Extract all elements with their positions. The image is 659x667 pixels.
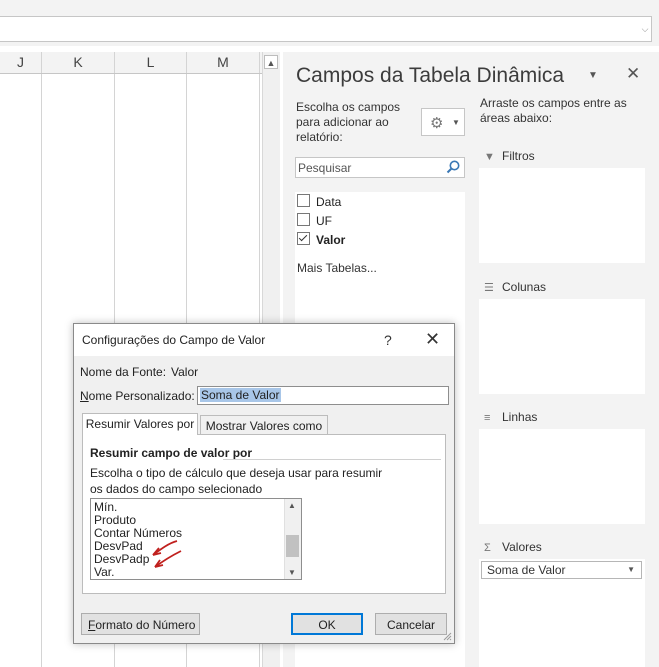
number-format-button[interactable]: Formato do Número — [81, 613, 200, 635]
custom-name-input[interactable]: Soma de Valor — [197, 386, 449, 405]
search-input[interactable] — [298, 159, 438, 176]
checkbox-valor[interactable] — [297, 232, 310, 246]
custom-name-label: Nome Personalizado: — [80, 389, 195, 403]
area-label-filters: ▼ Filtros — [484, 149, 535, 163]
field-item-uf[interactable]: UF — [297, 211, 332, 229]
tab-panel: Resumir campo de valor por Escolha o tip… — [82, 434, 446, 594]
source-name-value: Valor — [171, 365, 199, 379]
help-icon[interactable]: ? — [384, 332, 392, 348]
section-divider — [223, 459, 441, 460]
dialog-titlebar[interactable]: Configurações do Campo de Valor ? ✕ — [74, 324, 454, 356]
columns-icon: ☰ — [484, 282, 494, 294]
tools-button[interactable]: ⚙ ▼ — [421, 108, 465, 136]
column-header-m[interactable]: M — [187, 52, 260, 73]
search-box[interactable] — [295, 157, 465, 178]
list-scrollbar[interactable]: ▲ ▼ — [284, 499, 301, 579]
dialog-title: Configurações do Campo de Valor — [82, 333, 266, 347]
rows-icon: ≡ — [484, 412, 491, 424]
columns-area[interactable] — [479, 299, 645, 394]
list-item[interactable]: Var. — [94, 566, 114, 579]
rows-area[interactable] — [479, 429, 645, 524]
function-listbox[interactable]: Mín. Produto Contar Números DesvPad Desv… — [90, 498, 302, 580]
drag-fields-text: Arraste os campos entre as áreas abaixo: — [480, 96, 627, 125]
choose-fields-text: Escolha os campos para adicionar ao rela… — [296, 100, 401, 144]
close-icon[interactable]: ✕ — [626, 64, 640, 84]
custom-name-value: Soma de Valor — [200, 388, 281, 402]
value-field-chip[interactable]: Soma de Valor ▼ — [481, 561, 642, 579]
resize-grip-icon[interactable] — [442, 631, 452, 641]
search-icon[interactable] — [445, 159, 461, 175]
field-label: Valor — [316, 232, 346, 247]
chevron-up-icon[interactable]: ▲ — [288, 501, 296, 510]
ok-button[interactable]: OK — [291, 613, 363, 635]
value-chip-label: Soma de Valor — [487, 563, 566, 577]
scroll-thumb[interactable] — [286, 535, 299, 557]
area-label-rows: ≡ Linhas — [484, 410, 538, 424]
chevron-down-icon[interactable]: ▼ — [627, 565, 635, 574]
pane-options-icon[interactable]: ▼ — [588, 70, 598, 81]
column-header-l[interactable]: L — [115, 52, 187, 73]
chevron-down-icon[interactable]: ▼ — [288, 568, 296, 577]
filters-area[interactable] — [479, 168, 645, 263]
column-header-row: J K L M — [0, 52, 262, 74]
field-label: UF — [316, 213, 332, 228]
filter-icon: ▼ — [484, 151, 495, 163]
sigma-icon: Σ — [484, 542, 491, 554]
cancel-button[interactable]: Cancelar — [375, 613, 447, 635]
pane-title: Campos da Tabela Dinâmica — [296, 64, 565, 87]
gear-icon: ⚙ — [430, 115, 444, 132]
field-label: Data — [316, 194, 342, 209]
scroll-up-icon[interactable]: ▲ — [264, 55, 278, 69]
chevron-down-icon: ▼ — [452, 118, 460, 127]
tab-summarize-values[interactable]: Resumir Valores por — [82, 413, 198, 435]
instructions-text: Escolha o tipo de cálculo que deseja usa… — [90, 466, 383, 496]
source-name-label: Nome da Fonte: — [80, 365, 167, 379]
value-field-settings-dialog: Configurações do Campo de Valor ? ✕ Nome… — [73, 323, 455, 644]
area-label-columns: ☰ Colunas — [484, 280, 547, 294]
section-heading: Resumir campo de valor por — [90, 446, 253, 460]
field-item-data[interactable]: Data — [297, 192, 341, 210]
close-icon[interactable]: ✕ — [425, 329, 440, 350]
more-tables-link[interactable]: Mais Tabelas... — [297, 261, 377, 275]
formula-input[interactable] — [0, 16, 652, 42]
checkbox-uf[interactable] — [297, 213, 310, 227]
field-item-valor[interactable]: Valor — [297, 230, 345, 248]
column-header-k[interactable]: K — [42, 52, 115, 73]
area-label-values: Σ Valores — [484, 540, 542, 554]
checkbox-data[interactable] — [297, 194, 310, 208]
column-header-j[interactable]: J — [0, 52, 42, 73]
chevron-down-icon[interactable]: ⌵ — [636, 16, 654, 42]
tab-show-values[interactable]: Mostrar Valores como — [200, 415, 328, 435]
